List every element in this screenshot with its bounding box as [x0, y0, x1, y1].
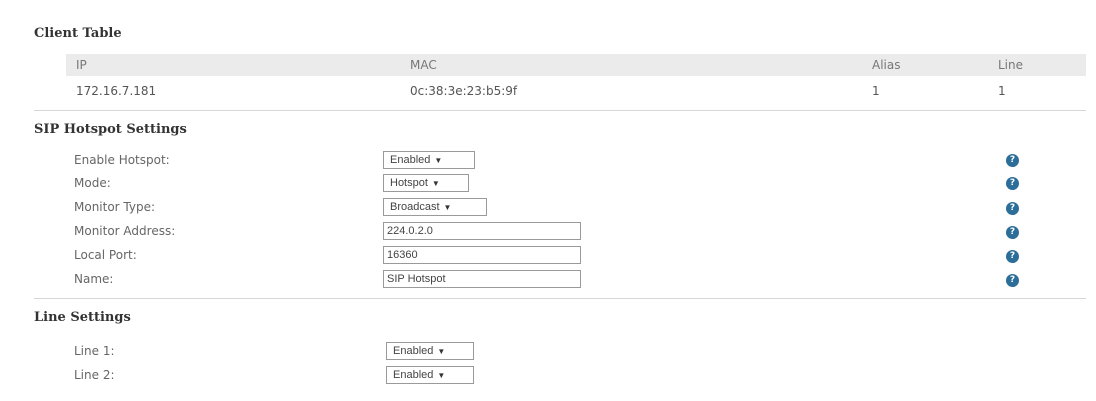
local-port-label: Local Port:	[74, 248, 137, 262]
cell-alias: 1	[872, 84, 880, 98]
cell-mac: 0c:38:3e:23:b5:9f	[410, 84, 518, 98]
mode-value: Hotspot	[390, 177, 428, 189]
column-header-mac: MAC	[410, 58, 437, 72]
line-1-value: Enabled	[393, 345, 434, 357]
monitor-type-label: Monitor Type:	[74, 200, 156, 214]
line-1-label: Line 1:	[74, 344, 115, 358]
cell-line: 1	[998, 84, 1006, 98]
mode-select[interactable]: Hotspot ▼	[383, 174, 469, 192]
help-icon[interactable]: ?	[1006, 250, 1019, 263]
section-divider	[34, 110, 1086, 111]
monitor-address-label: Monitor Address:	[74, 224, 176, 238]
line-settings-title: Line Settings	[34, 310, 131, 325]
chevron-down-icon: ▼	[431, 179, 440, 188]
chevron-down-icon: ▼	[443, 203, 452, 212]
help-icon[interactable]: ?	[1006, 202, 1019, 215]
enable-hotspot-label: Enable Hotspot:	[74, 153, 170, 167]
client-table-title: Client Table	[34, 26, 122, 41]
help-icon[interactable]: ?	[1006, 154, 1019, 167]
cell-ip: 172.16.7.181	[76, 84, 157, 98]
line-2-value: Enabled	[393, 369, 434, 381]
help-icon[interactable]: ?	[1006, 177, 1019, 190]
monitor-type-value: Broadcast	[390, 201, 440, 213]
line-2-select[interactable]: Enabled ▼	[386, 366, 474, 384]
settings-panel: Client Table IP MAC Alias Line 172.16.7.…	[20, 10, 1086, 401]
section-divider	[34, 298, 1086, 299]
table-row: 172.16.7.181 0c:38:3e:23:b5:9f 1 1	[66, 80, 1086, 102]
monitor-type-select[interactable]: Broadcast ▼	[383, 198, 487, 216]
client-table-header: IP MAC Alias Line	[66, 54, 1086, 76]
enable-hotspot-select[interactable]: Enabled ▼	[383, 151, 475, 169]
name-label: Name:	[74, 272, 114, 286]
monitor-address-input[interactable]	[383, 222, 581, 240]
enable-hotspot-value: Enabled	[390, 154, 431, 166]
chevron-down-icon: ▼	[437, 371, 446, 380]
line-1-select[interactable]: Enabled ▼	[386, 342, 474, 360]
help-icon[interactable]: ?	[1006, 274, 1019, 287]
mode-label: Mode:	[74, 176, 111, 190]
chevron-down-icon: ▼	[434, 156, 443, 165]
local-port-input[interactable]	[383, 246, 581, 264]
sip-hotspot-settings-title: SIP Hotspot Settings	[34, 122, 187, 137]
help-icon[interactable]: ?	[1006, 226, 1019, 239]
line-2-label: Line 2:	[74, 368, 115, 382]
column-header-alias: Alias	[872, 58, 901, 72]
column-header-line: Line	[998, 58, 1024, 72]
chevron-down-icon: ▼	[437, 347, 446, 356]
name-input[interactable]	[383, 270, 581, 288]
column-header-ip: IP	[76, 58, 87, 72]
